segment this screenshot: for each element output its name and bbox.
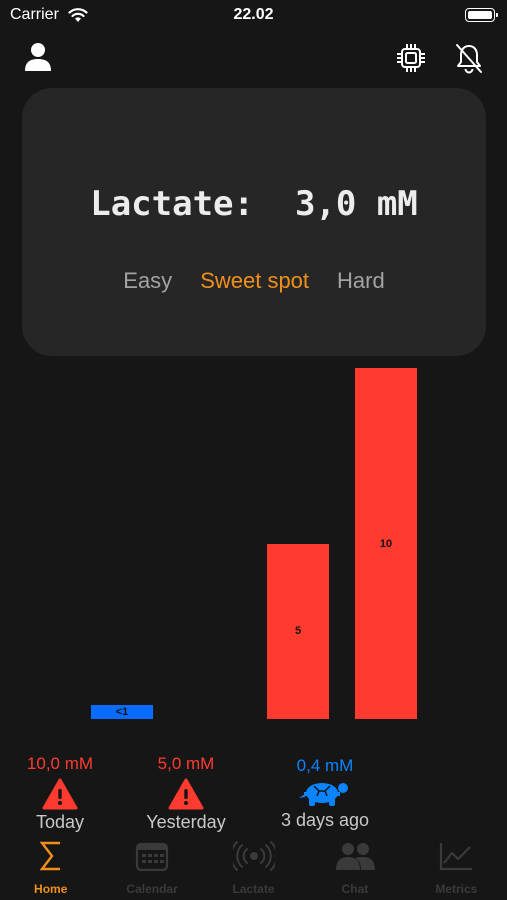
clock: 22.02 — [233, 6, 274, 23]
tab-label: Chat — [341, 882, 369, 896]
tab-lactate[interactable]: Lactate — [203, 838, 304, 900]
tab-bar: Home Calendar Lactate Chat Metrics — [0, 838, 507, 900]
bar-3-days-ago[interactable]: <1 — [91, 704, 153, 719]
bar-value-label: 10 — [379, 537, 393, 550]
tab-label: Home — [34, 882, 68, 896]
lactate-label: Lactate: — [90, 184, 254, 224]
device-button[interactable] — [395, 42, 427, 74]
bar-yesterday[interactable]: 5 — [267, 543, 329, 719]
status-bar: Carrier 22.02 — [0, 0, 507, 32]
tab-label: Lactate — [232, 882, 275, 896]
turtle-icon — [299, 783, 348, 806]
zone-easy[interactable]: Easy — [123, 268, 172, 294]
stat-day: Today — [35, 812, 85, 832]
cpu-chip-icon — [397, 44, 425, 72]
zone-sweet-spot[interactable]: Sweet spot — [200, 268, 309, 294]
stat-today[interactable]: 10,0 mM Today — [0, 754, 120, 833]
sigma-icon — [39, 841, 60, 871]
bar-today[interactable]: 10 — [355, 368, 417, 719]
tab-metrics[interactable]: Metrics — [406, 838, 507, 900]
notifications-button[interactable] — [452, 42, 486, 74]
tab-home[interactable]: Home — [0, 838, 101, 900]
zone-hard[interactable]: Hard — [337, 268, 385, 294]
zone-selector: Easy Sweet spot Hard — [22, 268, 486, 294]
tab-chat[interactable]: Chat — [304, 838, 405, 900]
broadcast-icon — [232, 841, 275, 871]
lactate-bar-chart: <1 5 10 — [0, 360, 507, 730]
bar-value-label: 5 — [294, 625, 302, 638]
stat-3-days-ago[interactable]: 0,4 mM 3 days ago — [255, 756, 395, 831]
tab-label: Calendar — [126, 882, 178, 896]
stat-value: 10,0 mM — [26, 754, 94, 773]
bell-slash-icon — [456, 44, 482, 74]
bar-value-label: <1 — [115, 705, 129, 718]
lactate-card: Lactate: 3,0 mM Easy Sweet spot Hard — [22, 88, 486, 356]
stat-day: Yesterday — [146, 812, 226, 832]
lactate-value: 3,0 mM — [294, 184, 418, 224]
profile-button[interactable] — [22, 40, 54, 74]
chart-line-icon — [440, 843, 473, 871]
lactate-readout: Lactate: 3,0 mM — [22, 184, 486, 224]
people-icon — [335, 843, 375, 870]
stat-value: 5,0 mM — [157, 754, 215, 773]
stat-yesterday[interactable]: 5,0 mM Yesterday — [126, 754, 246, 833]
calendar-icon — [136, 842, 169, 871]
stat-day: 3 days ago — [280, 810, 370, 830]
tab-label: Metrics — [435, 882, 478, 896]
stat-value: 0,4 mM — [296, 756, 354, 775]
person-icon — [25, 43, 51, 71]
battery-icon — [465, 8, 498, 22]
warning-icon — [168, 778, 204, 810]
warning-icon — [42, 778, 78, 810]
tab-calendar[interactable]: Calendar — [101, 838, 202, 900]
